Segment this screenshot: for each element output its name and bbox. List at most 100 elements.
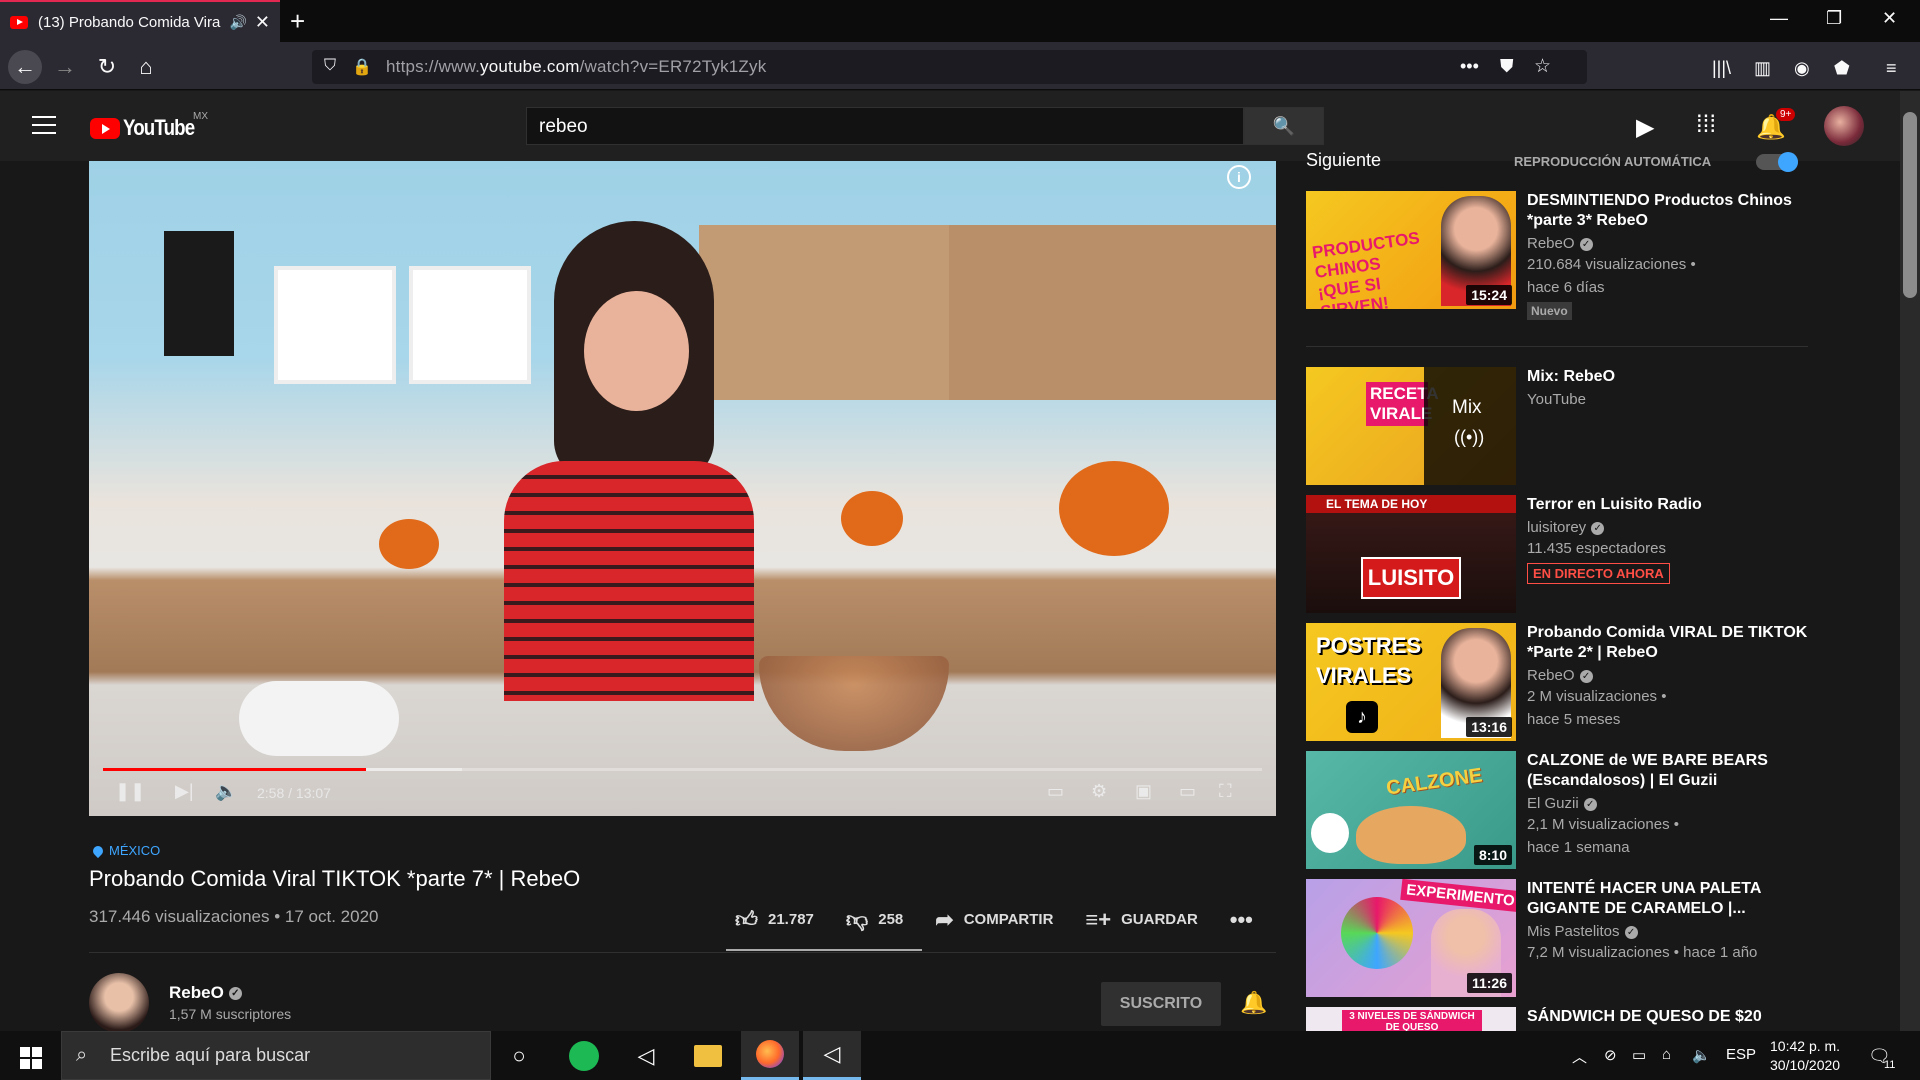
video-title[interactable]: INTENTÉ HACER UNA PALETA GIGANTE DE CARA… [1527, 879, 1817, 919]
video-title[interactable]: CALZONE de WE BARE BEARS (Escandalosos) … [1527, 751, 1817, 791]
input-language[interactable]: ESP [1726, 1046, 1756, 1063]
autoplay-label: REPRODUCCIÓN AUTOMÁTICA [1514, 154, 1712, 169]
hamburger-menu-icon[interactable]: ≡ [1886, 58, 1897, 79]
user-avatar[interactable] [1824, 106, 1864, 146]
mix-thumbnail[interactable]: RECETA VIRALE Mix ((•)) [1306, 367, 1516, 485]
restore-icon[interactable]: ❐ [1826, 8, 1842, 29]
wifi-icon[interactable]: ⌂ [1662, 1046, 1671, 1063]
speaker-icon[interactable]: 🔊 [229, 14, 246, 31]
video-title[interactable]: DESMINTIENDO Productos Chinos *parte 3* … [1527, 191, 1817, 231]
battery-icon[interactable]: ▭ [1632, 1046, 1646, 1064]
cortana-icon[interactable]: ○ [490, 1031, 548, 1080]
network-off-icon[interactable]: ⊘ [1604, 1046, 1617, 1064]
channel-name[interactable]: YouTube [1527, 391, 1817, 408]
suggested-video[interactable]: EL TEMA DE HOY LUISITO Terror en Luisito… [1306, 495, 1826, 613]
autoplay-toggle[interactable] [1756, 152, 1798, 172]
view-count: 2,1 M visualizaciones • [1527, 816, 1679, 833]
video-title[interactable]: Probando Comida VIRAL DE TIKTOK *Parte 2… [1527, 623, 1817, 663]
pause-icon[interactable]: ❚❚ [115, 781, 145, 802]
subscribe-button[interactable]: SUSCRITO [1101, 982, 1221, 1026]
suggested-video[interactable]: POSTRES VIRALES ♪ 13:16 Probando Comida … [1306, 623, 1826, 741]
file-explorer-icon[interactable] [679, 1031, 737, 1080]
address-bar[interactable]: ⛉ 🔒 https://www.youtube.com/watch?v=ER72… [312, 50, 1587, 84]
lock-icon[interactable]: 🔒 [352, 57, 372, 77]
miniplayer-icon[interactable]: ▣ [1135, 781, 1152, 802]
browser-tab-active[interactable]: (13) Probando Comida Viral 🔊 ✕ [0, 0, 280, 42]
guide-menu-icon[interactable] [32, 116, 56, 134]
video-thumbnail[interactable]: CALZONE 8:10 [1306, 751, 1516, 869]
video-title[interactable]: Terror en Luisito Radio [1527, 495, 1817, 515]
save-button[interactable]: ≡+ GUARDAR [1085, 907, 1197, 933]
video-thumbnail[interactable]: EL TEMA DE HOY LUISITO [1306, 495, 1516, 613]
volume-tray-icon[interactable]: 🔈 [1692, 1046, 1711, 1064]
bookmark-star-icon[interactable]: ☆ [1534, 55, 1551, 78]
suggested-video[interactable]: EXPERIMENTO 11:26 INTENTÉ HACER UNA PALE… [1306, 879, 1826, 997]
theater-mode-icon[interactable]: ▭ [1179, 781, 1196, 802]
share-button[interactable]: ➦ COMPARTIR [935, 907, 1053, 933]
channel-name[interactable]: RebeO ✓ [1527, 235, 1817, 252]
spotify-icon[interactable] [555, 1031, 613, 1080]
minimize-icon[interactable]: — [1770, 8, 1788, 29]
extension-shield-icon[interactable]: ⬟ [1834, 58, 1850, 79]
sidebar-icon[interactable]: ▥ [1754, 58, 1771, 79]
progress-bar[interactable] [103, 768, 1262, 771]
suggested-video[interactable]: 3 NIVELES DE SÁNDWICH DE QUESO SÁNDWICH … [1306, 1007, 1826, 1031]
suggested-video[interactable]: PRODUCTOS CHINOS ¡QUE SI SIRVEN! 15:24 D… [1306, 191, 1826, 320]
home-button[interactable]: ⌂ [129, 50, 163, 84]
taskbar-search-input[interactable]: ⌕ Escribe aquí para buscar [61, 1031, 491, 1080]
search-icon: 🔍 [1272, 115, 1296, 136]
reload-button[interactable]: ↻ [90, 50, 124, 84]
location-tag[interactable]: MÉXICO [90, 843, 160, 858]
channel-avatar[interactable] [89, 973, 149, 1033]
page-actions-icon[interactable]: ••• [1460, 56, 1479, 77]
video-title[interactable]: Mix: RebeO [1527, 367, 1817, 387]
search-button[interactable]: 🔍 [1244, 107, 1324, 145]
video-thumbnail[interactable]: 3 NIVELES DE SÁNDWICH DE QUESO [1306, 1007, 1516, 1031]
vs-code-active-icon[interactable]: ◁ [803, 1031, 861, 1080]
pocket-icon[interactable]: ⛊ [1500, 56, 1514, 77]
video-thumbnail[interactable]: POSTRES VIRALES ♪ 13:16 [1306, 623, 1516, 741]
windows-start-icon[interactable] [20, 1047, 42, 1069]
youtube-logo[interactable]: YouTube MX [90, 111, 208, 141]
video-thumbnail[interactable]: PRODUCTOS CHINOS ¡QUE SI SIRVEN! 15:24 [1306, 191, 1516, 309]
create-video-icon[interactable]: ▶︎ [1636, 113, 1654, 142]
vs-code-icon[interactable]: ◁ [617, 1031, 675, 1080]
suggested-video[interactable]: CALZONE 8:10 CALZONE de WE BARE BEARS (E… [1306, 751, 1826, 869]
info-icon[interactable]: i [1227, 165, 1251, 189]
subtitles-icon[interactable]: ▭ [1047, 781, 1064, 802]
channel-name[interactable]: RebeO ✓ [1527, 667, 1817, 684]
more-actions-button[interactable]: ••• [1230, 907, 1253, 933]
search-input[interactable]: rebeo [526, 107, 1244, 145]
new-tab-button[interactable]: + [290, 6, 305, 37]
volume-icon[interactable]: 🔈 [215, 781, 237, 802]
suggested-mix[interactable]: RECETA VIRALE Mix ((•)) Mix: RebeO YouTu… [1306, 367, 1826, 485]
fullscreen-icon[interactable]: ⛶ [1219, 781, 1232, 802]
channel-name[interactable]: El Guzii ✓ [1527, 795, 1817, 812]
like-button[interactable]: 👍︎ 21.787 [735, 906, 814, 933]
video-title[interactable]: SÁNDWICH DE QUESO DE $20 [1527, 1007, 1817, 1027]
channel-name[interactable]: RebeO ✓ [169, 983, 242, 1003]
close-window-icon[interactable]: ✕ [1882, 8, 1897, 29]
system-clock[interactable]: 10:42 p. m. 30/10/2020 [1770, 1037, 1840, 1075]
tray-expand-icon[interactable]: ︿ [1572, 1046, 1587, 1067]
library-icon[interactable]: |||\ [1712, 58, 1731, 79]
scrollbar-thumb[interactable] [1903, 112, 1917, 298]
video-player[interactable]: i ❚❚ ▶| 🔈 2:58 / 13:07 ▭ ⚙ ▣ ▭ ⛶ [89, 161, 1276, 816]
back-button[interactable]: ← [8, 50, 42, 84]
tracking-shield-icon[interactable]: ⛉ [324, 57, 336, 75]
video-thumbnail[interactable]: EXPERIMENTO 11:26 [1306, 879, 1516, 997]
close-tab-icon[interactable]: ✕ [255, 12, 270, 33]
apps-grid-icon[interactable]: ⁞⁞⁞ [1696, 111, 1716, 139]
firefox-icon[interactable] [741, 1031, 799, 1080]
account-icon[interactable]: ◉ [1794, 58, 1810, 79]
dislike-button[interactable]: 👎︎ 258 [846, 906, 903, 933]
forward-button[interactable]: → [48, 50, 82, 84]
channel-name[interactable]: luisitorey ✓ [1527, 519, 1817, 536]
upload-age: hace 1 semana [1527, 839, 1630, 856]
channel-name[interactable]: Mis Pastelitos ✓ [1527, 923, 1817, 940]
browser-nav-bar: ← → ↻ ⌂ ⛉ 🔒 https://www.youtube.com/watc… [0, 42, 1920, 90]
channel-bell-icon[interactable]: 🔔 [1240, 990, 1267, 1016]
settings-gear-icon[interactable]: ⚙ [1091, 781, 1107, 802]
tab-title: (13) Probando Comida Viral [38, 13, 222, 31]
next-icon[interactable]: ▶| [175, 781, 194, 802]
